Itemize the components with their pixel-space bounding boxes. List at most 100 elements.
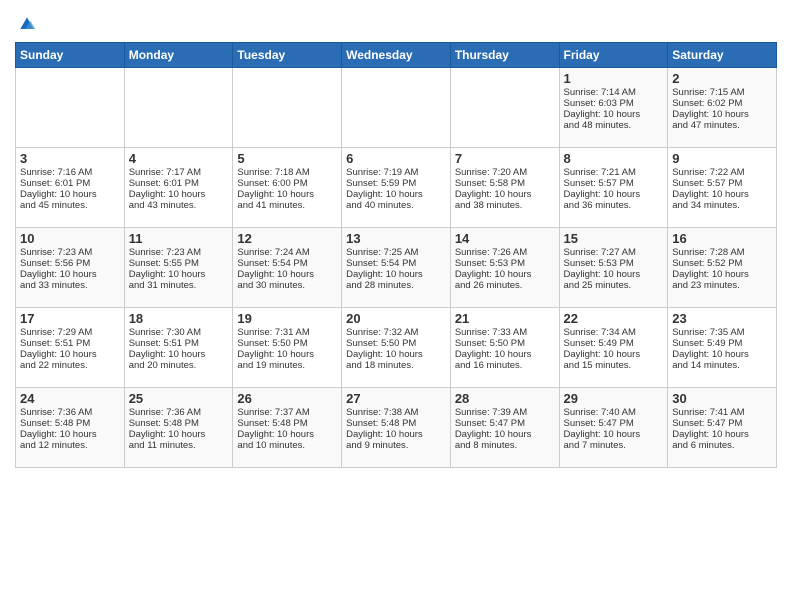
day-info: Sunset: 5:56 PM (20, 258, 120, 269)
day-info: and 7 minutes. (564, 440, 664, 451)
day-info: Sunrise: 7:31 AM (237, 327, 337, 338)
day-info: Sunset: 6:02 PM (672, 98, 772, 109)
day-info: and 6 minutes. (672, 440, 772, 451)
day-info: Daylight: 10 hours (564, 189, 664, 200)
day-cell: 4Sunrise: 7:17 AMSunset: 6:01 PMDaylight… (124, 148, 233, 228)
day-info: Sunrise: 7:15 AM (672, 87, 772, 98)
day-info: and 43 minutes. (129, 200, 229, 211)
day-cell: 14Sunrise: 7:26 AMSunset: 5:53 PMDayligh… (450, 228, 559, 308)
day-info: Sunrise: 7:20 AM (455, 167, 555, 178)
day-cell: 8Sunrise: 7:21 AMSunset: 5:57 PMDaylight… (559, 148, 668, 228)
day-info: Sunrise: 7:16 AM (20, 167, 120, 178)
day-info: Daylight: 10 hours (672, 269, 772, 280)
day-cell: 20Sunrise: 7:32 AMSunset: 5:50 PMDayligh… (342, 308, 451, 388)
day-info: Sunset: 6:01 PM (20, 178, 120, 189)
day-number: 26 (237, 391, 337, 406)
day-info: Sunrise: 7:27 AM (564, 247, 664, 258)
day-cell: 19Sunrise: 7:31 AMSunset: 5:50 PMDayligh… (233, 308, 342, 388)
day-info: and 41 minutes. (237, 200, 337, 211)
day-info: Sunrise: 7:14 AM (564, 87, 664, 98)
day-info: Daylight: 10 hours (672, 349, 772, 360)
day-info: Sunrise: 7:32 AM (346, 327, 446, 338)
day-info: Sunset: 5:50 PM (455, 338, 555, 349)
day-cell (233, 68, 342, 148)
day-info: Sunset: 6:01 PM (129, 178, 229, 189)
day-info: Daylight: 10 hours (455, 349, 555, 360)
day-info: and 8 minutes. (455, 440, 555, 451)
day-number: 23 (672, 311, 772, 326)
day-info: and 23 minutes. (672, 280, 772, 291)
day-info: and 18 minutes. (346, 360, 446, 371)
day-number: 13 (346, 231, 446, 246)
day-info: and 9 minutes. (346, 440, 446, 451)
day-info: Sunrise: 7:40 AM (564, 407, 664, 418)
day-info: Sunrise: 7:39 AM (455, 407, 555, 418)
day-info: Sunrise: 7:26 AM (455, 247, 555, 258)
day-info: Sunrise: 7:23 AM (20, 247, 120, 258)
day-info: Sunrise: 7:21 AM (564, 167, 664, 178)
day-info: Daylight: 10 hours (237, 189, 337, 200)
weekday-header-tuesday: Tuesday (233, 43, 342, 68)
day-info: Daylight: 10 hours (672, 189, 772, 200)
day-info: Sunrise: 7:36 AM (20, 407, 120, 418)
day-info: Sunset: 5:49 PM (564, 338, 664, 349)
day-info: Sunrise: 7:41 AM (672, 407, 772, 418)
day-info: Sunset: 6:00 PM (237, 178, 337, 189)
day-info: Daylight: 10 hours (455, 189, 555, 200)
day-info: Daylight: 10 hours (20, 349, 120, 360)
day-number: 1 (564, 71, 664, 86)
day-cell (16, 68, 125, 148)
weekday-header-monday: Monday (124, 43, 233, 68)
day-info: Sunrise: 7:30 AM (129, 327, 229, 338)
weekday-header-sunday: Sunday (16, 43, 125, 68)
day-info: Sunset: 5:51 PM (20, 338, 120, 349)
day-number: 21 (455, 311, 555, 326)
day-info: Sunset: 5:47 PM (672, 418, 772, 429)
day-info: Daylight: 10 hours (564, 109, 664, 120)
day-info: and 33 minutes. (20, 280, 120, 291)
day-info: and 11 minutes. (129, 440, 229, 451)
day-info: and 10 minutes. (237, 440, 337, 451)
day-info: and 12 minutes. (20, 440, 120, 451)
day-cell: 23Sunrise: 7:35 AMSunset: 5:49 PMDayligh… (668, 308, 777, 388)
day-info: and 14 minutes. (672, 360, 772, 371)
day-info: Sunset: 5:57 PM (672, 178, 772, 189)
day-info: and 36 minutes. (564, 200, 664, 211)
day-number: 25 (129, 391, 229, 406)
calendar-table: SundayMondayTuesdayWednesdayThursdayFrid… (15, 42, 777, 468)
day-info: Sunrise: 7:33 AM (455, 327, 555, 338)
day-cell: 5Sunrise: 7:18 AMSunset: 6:00 PMDaylight… (233, 148, 342, 228)
logo-block (15, 14, 37, 34)
day-info: Sunrise: 7:28 AM (672, 247, 772, 258)
day-number: 8 (564, 151, 664, 166)
day-info: Sunset: 5:50 PM (237, 338, 337, 349)
day-info: Daylight: 10 hours (129, 269, 229, 280)
day-number: 20 (346, 311, 446, 326)
day-cell: 12Sunrise: 7:24 AMSunset: 5:54 PMDayligh… (233, 228, 342, 308)
day-info: Sunset: 5:59 PM (346, 178, 446, 189)
week-row-3: 17Sunrise: 7:29 AMSunset: 5:51 PMDayligh… (16, 308, 777, 388)
day-number: 24 (20, 391, 120, 406)
day-info: Sunset: 5:49 PM (672, 338, 772, 349)
day-info: and 20 minutes. (129, 360, 229, 371)
day-info: Sunset: 5:54 PM (346, 258, 446, 269)
day-info: Daylight: 10 hours (346, 189, 446, 200)
day-cell: 16Sunrise: 7:28 AMSunset: 5:52 PMDayligh… (668, 228, 777, 308)
day-info: and 47 minutes. (672, 120, 772, 131)
day-cell: 24Sunrise: 7:36 AMSunset: 5:48 PMDayligh… (16, 388, 125, 468)
day-info: Sunrise: 7:17 AM (129, 167, 229, 178)
day-number: 6 (346, 151, 446, 166)
day-number: 14 (455, 231, 555, 246)
day-info: Sunset: 6:03 PM (564, 98, 664, 109)
day-number: 27 (346, 391, 446, 406)
day-cell: 15Sunrise: 7:27 AMSunset: 5:53 PMDayligh… (559, 228, 668, 308)
day-info: Sunset: 5:57 PM (564, 178, 664, 189)
day-number: 2 (672, 71, 772, 86)
day-cell: 18Sunrise: 7:30 AMSunset: 5:51 PMDayligh… (124, 308, 233, 388)
day-cell: 17Sunrise: 7:29 AMSunset: 5:51 PMDayligh… (16, 308, 125, 388)
day-number: 10 (20, 231, 120, 246)
week-row-4: 24Sunrise: 7:36 AMSunset: 5:48 PMDayligh… (16, 388, 777, 468)
day-info: Daylight: 10 hours (346, 429, 446, 440)
day-info: Sunrise: 7:36 AM (129, 407, 229, 418)
day-info: Sunset: 5:48 PM (237, 418, 337, 429)
